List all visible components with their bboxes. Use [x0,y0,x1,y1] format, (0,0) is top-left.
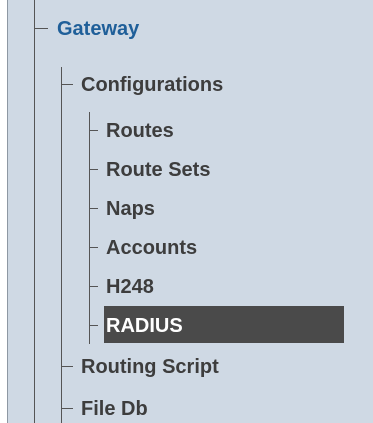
tree-line-configurations-branch [61,84,73,85]
tree-item-route-sets[interactable]: Route Sets [106,160,210,180]
tree-item-configurations[interactable]: Configurations [81,75,223,95]
tree-line-children-vertical [89,112,90,344]
tree-line-accounts-branch [89,247,98,248]
tree-item-routes[interactable]: Routes [106,121,174,141]
tree-line-radius-branch [89,325,98,326]
tree-item-file-db[interactable]: File Db [81,399,148,419]
tree-item-h248[interactable]: H248 [106,277,154,297]
tree-item-gateway[interactable]: Gateway [57,19,139,39]
tree-line-routes-branch [89,130,98,131]
tree-line-h248-branch [89,286,98,287]
tree-line-root-vertical [34,0,35,423]
tree-item-routing-script[interactable]: Routing Script [81,357,219,377]
tree-line-naps-branch [89,208,98,209]
tree-item-naps[interactable]: Naps [106,199,155,219]
tree-item-accounts[interactable]: Accounts [106,238,197,258]
tree-line-route-sets-branch [89,169,98,170]
tree-line-config-vertical [61,67,62,423]
navigation-tree-panel: Gateway Configurations Routes Route Sets… [0,0,373,423]
tree-line-routing-script-branch [61,366,73,367]
tree-item-radius[interactable]: RADIUS [106,316,183,336]
tree-line-file-db-branch [61,408,73,409]
tree-line-gateway-branch [34,28,48,29]
panel-left-border [0,0,8,423]
